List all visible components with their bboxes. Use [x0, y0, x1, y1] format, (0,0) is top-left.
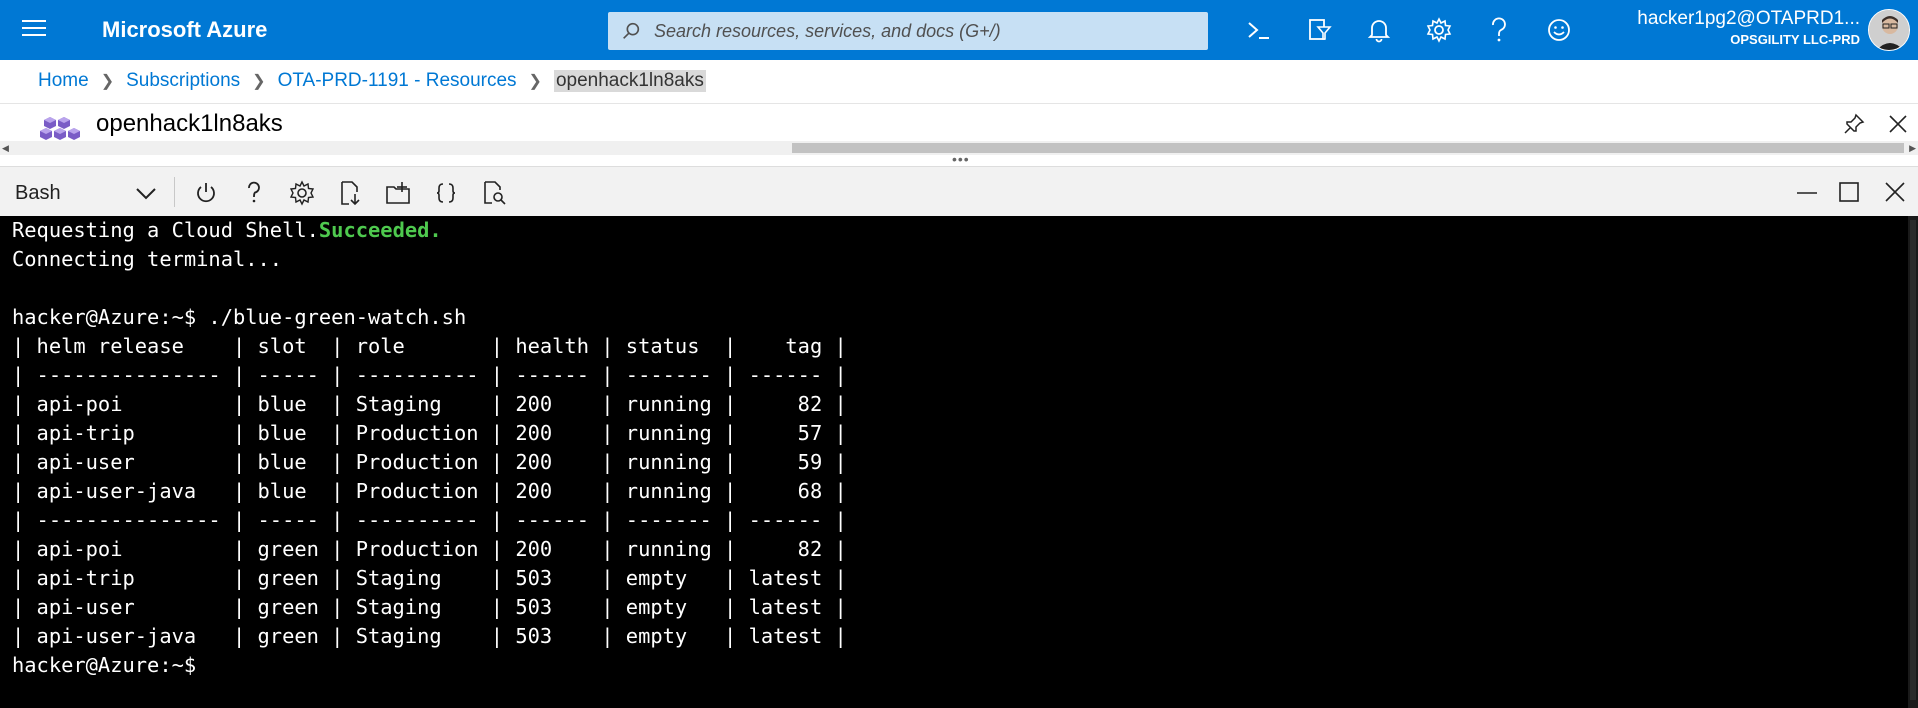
breadcrumb: Home ❯ Subscriptions ❯ OTA-PRD-1191 - Re… [38, 68, 706, 94]
maximize-icon[interactable] [1838, 181, 1860, 203]
feedback-icon[interactable] [1540, 12, 1578, 48]
terminal-line: | --------------- | ----- | ---------- |… [12, 363, 847, 387]
terminal[interactable]: Requesting a Cloud Shell.Succeeded. Conn… [0, 216, 1918, 708]
chevron-right-icon: ❯ [100, 73, 115, 90]
terminal-line: | api-poi | green | Production | 200 | r… [12, 537, 847, 561]
terminal-line: Connecting terminal... [12, 247, 283, 271]
account-name: hacker1pg2@OTAPRD1... [1637, 8, 1860, 29]
shell-type-select[interactable]: Bash [15, 179, 165, 207]
cloud-shell-toolbar: Bash [0, 166, 1918, 216]
terminal-line: Requesting a Cloud Shell.Succeeded. [12, 218, 442, 242]
restart-icon[interactable] [192, 179, 220, 207]
breadcrumb-current: openhack1ln8aks [553, 70, 706, 92]
vertical-scrollbar[interactable] [1908, 216, 1918, 708]
notifications-icon[interactable] [1360, 12, 1398, 48]
terminal-line: | api-trip | blue | Production | 200 | r… [12, 421, 847, 445]
scrollbar-thumb[interactable] [1910, 220, 1916, 700]
terminal-prompt[interactable]: hacker@Azure:~$ [12, 651, 1918, 680]
upload-download-icon[interactable] [336, 179, 364, 207]
help-icon[interactable] [240, 179, 268, 207]
cloud-shell-icon[interactable] [1240, 12, 1278, 48]
success-status: Succeeded. [318, 218, 442, 242]
top-bar: Microsoft Azure hacker1pg2@OTAPRD1... OP… [0, 0, 1918, 60]
search-box[interactable] [608, 12, 1208, 50]
settings-icon[interactable] [1420, 12, 1458, 48]
account-info[interactable]: hacker1pg2@OTAPRD1... OPSGILITY LLC-PRD [1637, 8, 1860, 47]
chevron-right-icon: ❯ [252, 73, 266, 90]
chevron-down-icon [136, 188, 156, 200]
terminal-line: | --------------- | ----- | ---------- |… [12, 508, 847, 532]
web-preview-icon[interactable] [480, 179, 508, 207]
search-icon [623, 22, 640, 39]
open-new-session-icon[interactable] [384, 179, 412, 207]
help-icon[interactable] [1480, 12, 1518, 48]
scroll-right-icon[interactable]: ▶ [1909, 143, 1916, 154]
page-title: openhack1ln8aks [96, 110, 283, 137]
terminal-line: | api-user-java | green | Staging | 503 … [12, 624, 847, 648]
scroll-left-icon[interactable]: ◀ [2, 143, 9, 154]
close-icon[interactable] [1886, 112, 1910, 136]
breadcrumb-resources[interactable]: OTA-PRD-1191 - Resources [278, 70, 517, 92]
close-icon[interactable] [1884, 181, 1906, 203]
settings-icon[interactable] [288, 179, 316, 207]
resource-header: openhack1ln8aks [0, 103, 1918, 143]
resize-handle-icon[interactable]: ••• [952, 151, 970, 167]
editor-icon[interactable] [432, 179, 460, 207]
directory-filter-icon[interactable] [1300, 12, 1338, 48]
terminal-line: | api-user | blue | Production | 200 | r… [12, 450, 847, 474]
account-org: OPSGILITY LLC-PRD [1730, 32, 1860, 47]
pin-icon[interactable] [1842, 112, 1866, 136]
brand-title[interactable]: Microsoft Azure [102, 17, 267, 43]
chevron-right-icon: ❯ [528, 73, 542, 90]
minimize-icon[interactable] [1796, 185, 1818, 201]
terminal-line: | api-user-java | blue | Production | 20… [12, 479, 847, 503]
toolbar-divider [174, 177, 175, 207]
terminal-line: | helm release | slot | role | health | … [12, 334, 847, 358]
shell-type-value: Bash [15, 181, 61, 204]
breadcrumb-subscriptions[interactable]: Subscriptions [126, 70, 240, 92]
aks-cluster-icon [40, 117, 80, 140]
terminal-line: | api-poi | blue | Staging | 200 | runni… [12, 392, 847, 416]
menu-icon[interactable] [22, 20, 46, 40]
terminal-line: | api-trip | green | Staging | 503 | emp… [12, 566, 847, 590]
search-input[interactable] [654, 20, 1194, 42]
terminal-line: hacker@Azure:~$ ./blue-green-watch.sh [12, 305, 467, 329]
terminal-line: | api-user | green | Staging | 503 | emp… [12, 595, 847, 619]
avatar[interactable] [1868, 9, 1910, 51]
breadcrumb-home[interactable]: Home [38, 70, 89, 92]
